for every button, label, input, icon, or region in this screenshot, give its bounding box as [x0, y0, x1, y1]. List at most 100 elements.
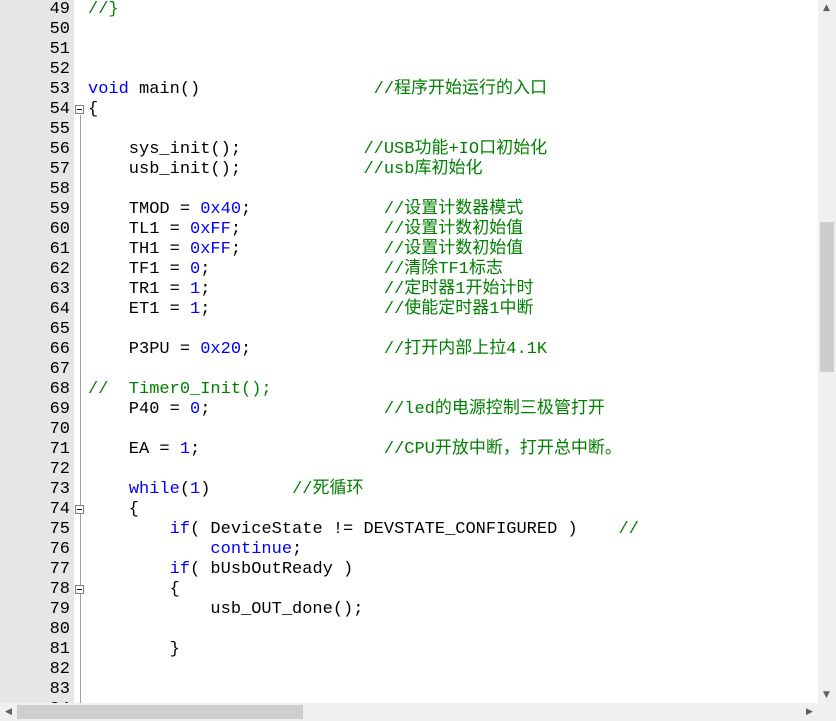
line-number: 72 — [49, 460, 70, 479]
fold-minus-icon[interactable] — [75, 105, 84, 114]
code-text[interactable]: ET1 = 1; //使能定时器1中断 — [88, 300, 534, 320]
code-text[interactable]: { — [88, 100, 98, 120]
line-number: 69 — [49, 400, 70, 419]
code-line[interactable]: 50 — [0, 20, 818, 40]
code-line[interactable]: 64 ET1 = 1; //使能定时器1中断 — [0, 300, 818, 320]
code-text[interactable]: P40 = 0; //led的电源控制三极管打开 — [88, 400, 605, 420]
code-line[interactable]: 67 — [0, 360, 818, 380]
code-text[interactable]: // Timer0_Init(); — [88, 380, 272, 400]
code-line[interactable]: 59 TMOD = 0x40; //设置计数器模式 — [0, 200, 818, 220]
line-number: 80 — [49, 620, 70, 639]
code-text[interactable]: void main() //程序开始运行的入口 — [88, 80, 547, 100]
scroll-left-arrow-icon[interactable]: ◀ — [5, 708, 12, 717]
code-text[interactable]: while(1) //死循环 — [88, 480, 364, 500]
code-line[interactable]: 62 TF1 = 0; //清除TF1标志 — [0, 260, 818, 280]
code-line[interactable]: 58 — [0, 180, 818, 200]
code-text[interactable]: TH1 = 0xFF; //设置计数初始值 — [88, 240, 523, 260]
code-line[interactable]: 82 — [0, 660, 818, 680]
code-line[interactable]: 81 } — [0, 640, 818, 660]
code-editor[interactable]: 49 //} 50 51 52 53 void main() //程序开始运行的入口 54 {5… — [0, 0, 818, 703]
code-line[interactable]: 60 TL1 = 0xFF; //设置计数初始值 — [0, 220, 818, 240]
code-line[interactable]: 69 P40 = 0; //led的电源控制三极管打开 — [0, 400, 818, 420]
line-number: 53 — [49, 80, 70, 99]
scrollbar-corner — [818, 703, 836, 721]
line-number: 56 — [49, 140, 70, 159]
code-text[interactable]: { — [88, 500, 139, 520]
line-number: 71 — [49, 440, 70, 459]
horizontal-scroll-thumb[interactable] — [17, 705, 303, 719]
code-line[interactable]: 68 // Timer0_Init(); — [0, 380, 818, 400]
line-number: 74 — [49, 500, 70, 519]
code-text[interactable]: continue; — [88, 540, 302, 560]
fold-minus-icon[interactable] — [75, 585, 84, 594]
line-number: 67 — [49, 360, 70, 379]
code-text[interactable]: TF1 = 0; //清除TF1标志 — [88, 260, 503, 280]
code-text[interactable]: EA = 1; //CPU开放中断，打开总中断。 — [88, 440, 622, 460]
line-number: 59 — [49, 200, 70, 219]
code-line[interactable]: 79 usb_OUT_done(); — [0, 600, 818, 620]
code-line[interactable]: 78 { — [0, 580, 818, 600]
line-number: 55 — [49, 120, 70, 139]
line-number: 73 — [49, 480, 70, 499]
code-line[interactable]: 51 — [0, 40, 818, 60]
fold-minus-icon[interactable] — [75, 505, 84, 514]
line-number: 54 — [49, 100, 70, 119]
line-number: 76 — [49, 540, 70, 559]
line-number: 49 — [49, 0, 70, 19]
code-line[interactable]: 80 — [0, 620, 818, 640]
code-line[interactable]: 53 void main() //程序开始运行的入口 — [0, 80, 818, 100]
code-line[interactable]: 65 — [0, 320, 818, 340]
code-line[interactable]: 77 if( bUsbOutReady ) — [0, 560, 818, 580]
line-number: 64 — [49, 300, 70, 319]
code-text[interactable]: TL1 = 0xFF; //设置计数初始值 — [88, 220, 523, 240]
code-text[interactable]: if( bUsbOutReady ) — [88, 560, 354, 580]
line-number: 60 — [49, 220, 70, 239]
code-line[interactable]: 66 P3PU = 0x20; //打开内部上拉4.1K — [0, 340, 818, 360]
line-number: 52 — [49, 60, 70, 79]
code-text[interactable]: usb_init(); //usb库初始化 — [88, 160, 483, 180]
code-line[interactable]: 72 — [0, 460, 818, 480]
line-number: 61 — [49, 240, 70, 259]
scroll-up-arrow-icon[interactable]: ▲ — [823, 4, 830, 13]
line-number: 77 — [49, 560, 70, 579]
code-text[interactable]: } — [88, 640, 180, 660]
line-number: 57 — [49, 160, 70, 179]
code-line[interactable]: 73 while(1) //死循环 — [0, 480, 818, 500]
line-number: 62 — [49, 260, 70, 279]
code-text[interactable]: sys_init(); //USB功能+IO口初始化 — [88, 140, 547, 160]
code-line[interactable]: 63 TR1 = 1; //定时器1开始计时 — [0, 280, 818, 300]
line-number: 65 — [49, 320, 70, 339]
code-line[interactable]: 56 sys_init(); //USB功能+IO口初始化 — [0, 140, 818, 160]
code-line[interactable]: 54 { — [0, 100, 818, 120]
code-text[interactable]: TR1 = 1; //定时器1开始计时 — [88, 280, 534, 300]
code-line[interactable]: 83 — [0, 680, 818, 700]
code-line[interactable]: 61 TH1 = 0xFF; //设置计数初始值 — [0, 240, 818, 260]
line-number: 66 — [49, 340, 70, 359]
code-line[interactable]: 52 — [0, 60, 818, 80]
scroll-right-arrow-icon[interactable]: ▶ — [806, 708, 813, 717]
scroll-down-arrow-icon[interactable]: ▼ — [823, 691, 830, 700]
code-line[interactable]: 49 //} — [0, 0, 818, 20]
code-text[interactable]: P3PU = 0x20; //打开内部上拉4.1K — [88, 340, 547, 360]
code-text[interactable]: //} — [88, 0, 119, 20]
line-number: 79 — [49, 600, 70, 619]
code-text[interactable]: usb_OUT_done(); — [88, 600, 363, 620]
code-line[interactable]: 76 continue; — [0, 540, 818, 560]
code-line[interactable]: 57 usb_init(); //usb库初始化 — [0, 160, 818, 180]
code-text[interactable]: TMOD = 0x40; //设置计数器模式 — [88, 200, 523, 220]
code-text[interactable]: if( DeviceState != DEVSTATE_CONFIGURED )… — [88, 520, 639, 540]
code-line[interactable]: 55 — [0, 120, 818, 140]
line-number: 51 — [49, 40, 70, 59]
line-number: 81 — [49, 640, 70, 659]
line-number: 75 — [49, 520, 70, 539]
vertical-scroll-thumb[interactable] — [820, 222, 834, 372]
code-line[interactable]: 71 EA = 1; //CPU开放中断，打开总中断。 — [0, 440, 818, 460]
line-number: 78 — [49, 580, 70, 599]
code-line[interactable]: 70 — [0, 420, 818, 440]
line-number: 83 — [49, 680, 70, 699]
line-number: 68 — [49, 380, 70, 399]
code-text[interactable]: { — [88, 580, 180, 600]
code-line[interactable]: 74 { — [0, 500, 818, 520]
line-number: 63 — [49, 280, 70, 299]
code-line[interactable]: 75 if( DeviceState != DEVSTATE_CONFIGURE… — [0, 520, 818, 540]
